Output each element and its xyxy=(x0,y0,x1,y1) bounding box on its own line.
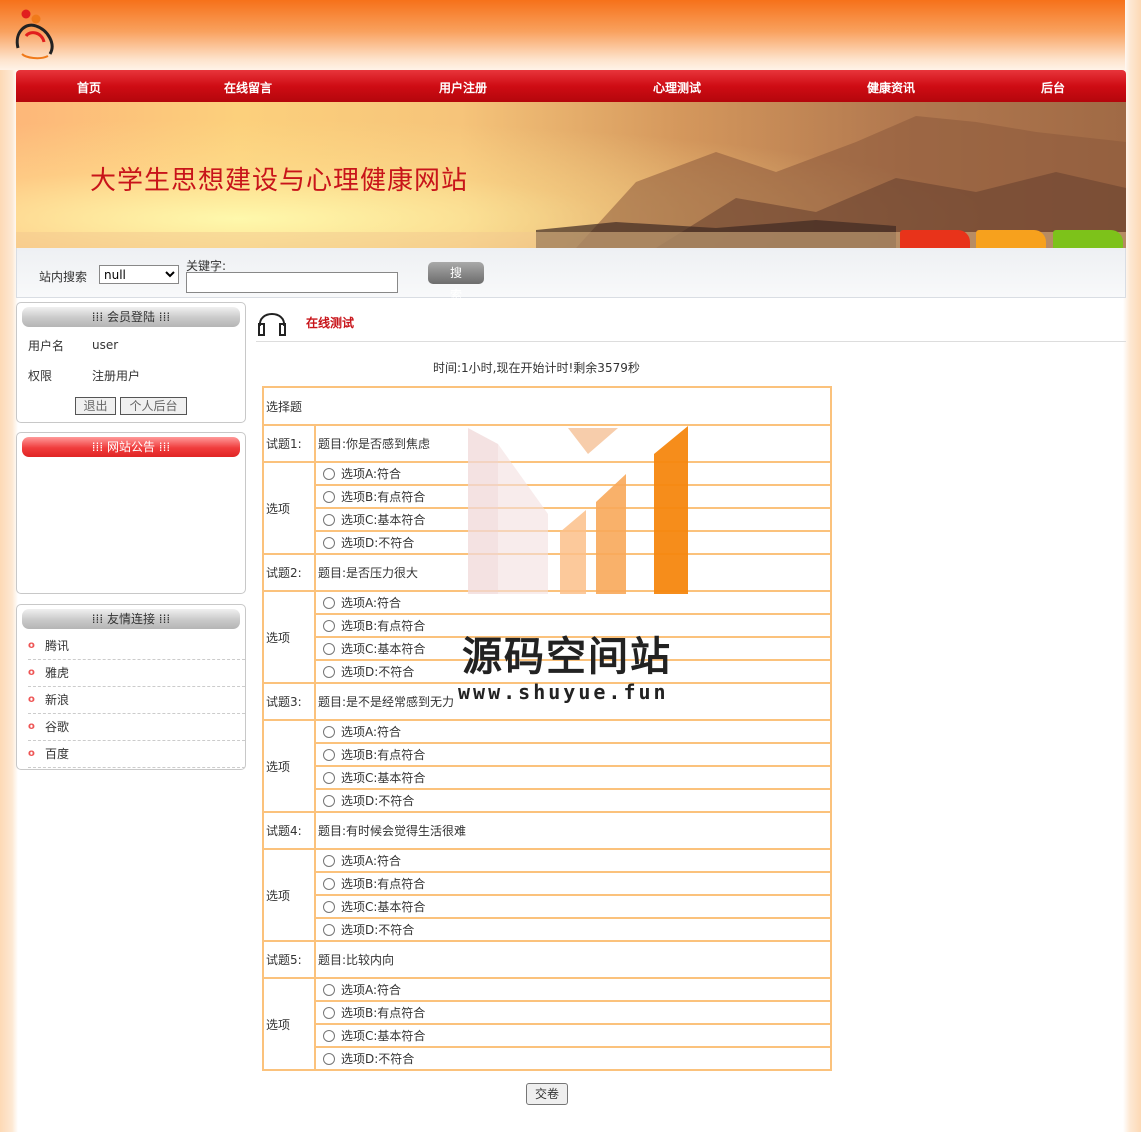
content-header: 在线测试 xyxy=(256,300,1126,342)
radio-button[interactable] xyxy=(323,854,335,867)
options-label: 选项 xyxy=(262,461,316,555)
option-row[interactable]: 选项D:不符合 xyxy=(318,534,828,551)
question-title: 题目:是否压力很大 xyxy=(314,553,832,592)
search-scope-select[interactable]: null xyxy=(99,265,179,284)
radio-button[interactable] xyxy=(323,619,335,632)
search-label: 站内搜索 xyxy=(39,270,88,284)
watermark-text: 源码空间站 xyxy=(462,634,672,680)
link-item[interactable]: o 腾讯 xyxy=(28,633,245,660)
nav-register[interactable]: 用户注册 xyxy=(439,79,487,96)
links-box: ⁞⁞⁞ 友情连接 ⁞⁞⁞ o 腾讯 o 雅虎 o 新浪 o 谷歌 o 百度 xyxy=(16,604,246,770)
username-label: 用户名 xyxy=(28,339,65,353)
option-row[interactable]: 选项B:有点符合 xyxy=(318,1004,828,1021)
radio-button[interactable] xyxy=(323,536,335,549)
search-button[interactable]: 搜 索 xyxy=(428,262,484,302)
option-row[interactable]: 选项D:不符合 xyxy=(318,792,828,809)
logout-button[interactable]: 退出 xyxy=(75,397,116,415)
question-number: 试题1: xyxy=(262,424,316,463)
radio-button[interactable] xyxy=(323,490,335,503)
radio-button[interactable] xyxy=(323,642,335,655)
keyword-input[interactable] xyxy=(186,272,398,293)
option-row[interactable]: 选项A:符合 xyxy=(318,723,828,740)
options-label: 选项 xyxy=(262,590,316,684)
link-item[interactable]: o 百度 xyxy=(28,741,245,768)
radio-button[interactable] xyxy=(323,467,335,480)
question-title: 题目:你是否感到焦虑 xyxy=(314,424,832,463)
nav-psych-test[interactable]: 心理测试 xyxy=(653,79,701,96)
nav-message[interactable]: 在线留言 xyxy=(224,79,272,96)
radio-button[interactable] xyxy=(323,900,335,913)
notice-box: ⁞⁞⁞ 网站公告 ⁞⁞⁞ xyxy=(16,432,246,594)
option-row[interactable]: 选项C:基本符合 xyxy=(318,1027,828,1044)
question-title: 题目:有时候会觉得生活很难 xyxy=(314,811,832,850)
option-row[interactable]: 选项A:符合 xyxy=(318,981,828,998)
link-item[interactable]: o 雅虎 xyxy=(28,660,245,687)
question-number: 试题2: xyxy=(262,553,316,592)
role-value: 注册用户 xyxy=(92,369,141,383)
watermark-url: www.shuyue.fun xyxy=(458,680,669,704)
radio-button[interactable] xyxy=(323,771,335,784)
banner: 大学生思想建设与心理健康网站 xyxy=(16,102,1126,248)
radio-button[interactable] xyxy=(323,1029,335,1042)
radio-button[interactable] xyxy=(323,794,335,807)
option-row[interactable]: 选项D:不符合 xyxy=(318,1050,828,1067)
login-box: ⁞⁞⁞ 会员登陆 ⁞⁞⁞ 用户名 user 权限 注册用户 退出 个人后台 xyxy=(16,302,246,423)
nav-admin[interactable]: 后台 xyxy=(1041,79,1065,96)
radio-button[interactable] xyxy=(323,725,335,738)
quiz-table: 选择题 试题1: 题目:你是否感到焦虑 选项 选项A:符合 选项B:有点符合 选项C… xyxy=(262,386,832,1071)
radio-button[interactable] xyxy=(323,1052,335,1065)
option-row[interactable]: 选项B:有点符合 xyxy=(318,875,828,892)
question-number: 试题3: xyxy=(262,682,316,721)
option-row[interactable]: 选项C:基本符合 xyxy=(318,511,828,528)
radio-button[interactable] xyxy=(323,877,335,890)
option-row[interactable]: 选项C:基本符合 xyxy=(318,898,828,915)
banner-tab-red[interactable] xyxy=(900,230,970,248)
page-wrapper: 首页 在线留言 用户注册 心理测试 健康资讯 后台 大学生思想建设与心理健康网站… xyxy=(16,0,1126,1132)
option-row[interactable]: 选项C:基本符合 xyxy=(318,769,828,786)
question-number: 试题5: xyxy=(262,940,316,979)
link-item[interactable]: o 新浪 xyxy=(28,687,245,714)
main-nav: 首页 在线留言 用户注册 心理测试 健康资讯 后台 xyxy=(16,70,1126,102)
radio-button[interactable] xyxy=(323,923,335,936)
nav-home[interactable]: 首页 xyxy=(77,79,101,96)
links-title: ⁞⁞⁞ 友情连接 ⁞⁞⁞ xyxy=(22,609,240,629)
option-row[interactable]: 选项A:符合 xyxy=(318,594,828,611)
profile-button[interactable]: 个人后台 xyxy=(120,397,187,415)
radio-button[interactable] xyxy=(323,748,335,761)
question-number: 试题4: xyxy=(262,811,316,850)
nav-health-news[interactable]: 健康资讯 xyxy=(867,79,915,96)
role-label: 权限 xyxy=(28,369,53,383)
headphone-icon xyxy=(258,313,286,336)
link-item[interactable]: o 谷歌 xyxy=(28,714,245,741)
banner-tab-green[interactable] xyxy=(1053,230,1123,248)
radio-button[interactable] xyxy=(323,665,335,678)
options-label: 选项 xyxy=(262,848,316,942)
links-list: o 腾讯 o 雅虎 o 新浪 o 谷歌 o 百度 xyxy=(28,633,245,768)
section-heading: 选择题 xyxy=(262,386,832,426)
submit-button[interactable]: 交卷 xyxy=(526,1083,568,1105)
option-row[interactable]: 选项B:有点符合 xyxy=(318,488,828,505)
radio-button[interactable] xyxy=(323,513,335,526)
option-row[interactable]: 选项B:有点符合 xyxy=(318,746,828,763)
countdown-timer: 时间:1小时,现在开始计时!剩余3579秒 xyxy=(433,361,640,375)
username-value: user xyxy=(92,338,119,352)
radio-button[interactable] xyxy=(323,596,335,609)
banner-tab-orange[interactable] xyxy=(976,230,1046,248)
options-label: 选项 xyxy=(262,719,316,813)
content-title: 在线测试 xyxy=(306,316,355,330)
site-title: 大学生思想建设与心理健康网站 xyxy=(90,166,469,196)
option-row[interactable]: 选项A:符合 xyxy=(318,852,828,869)
option-row[interactable]: 选项D:不符合 xyxy=(318,921,828,938)
notice-title: ⁞⁞⁞ 网站公告 ⁞⁞⁞ xyxy=(22,437,240,457)
question-title: 题目:比较内向 xyxy=(314,940,832,979)
option-row[interactable]: 选项A:符合 xyxy=(318,465,828,482)
radio-button[interactable] xyxy=(323,1006,335,1019)
options-label: 选项 xyxy=(262,977,316,1071)
radio-button[interactable] xyxy=(323,983,335,996)
login-title: ⁞⁞⁞ 会员登陆 ⁞⁞⁞ xyxy=(22,307,240,327)
search-bar: 站内搜索 null 关键字: 搜 索 xyxy=(16,248,1126,302)
